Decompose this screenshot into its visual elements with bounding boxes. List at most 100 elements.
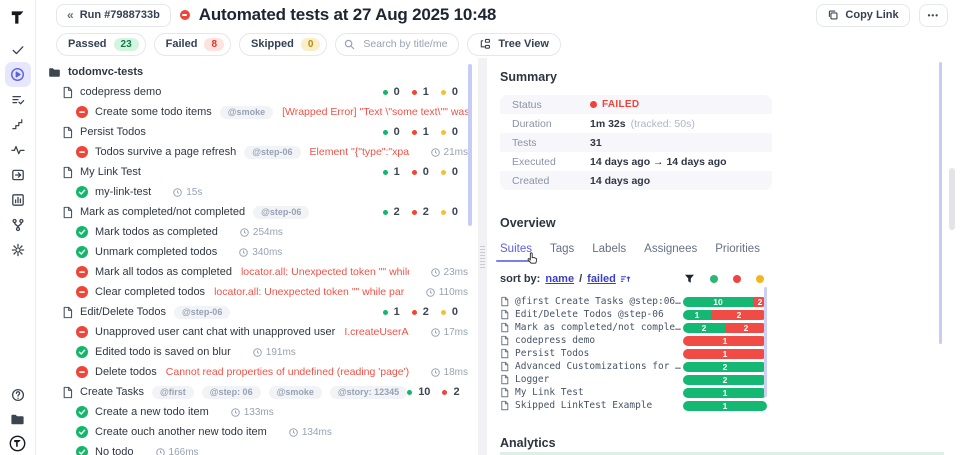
file-icon <box>500 309 509 320</box>
suite-name: Mark as completed/not comple… <box>515 322 683 333</box>
tab-suites[interactable]: Suites <box>500 243 532 262</box>
skipped-filter-button[interactable]: Skipped 0 <box>239 33 327 56</box>
sort-ascending-icon <box>620 274 631 285</box>
tree-test-row[interactable]: Delete todosCannot read properties of un… <box>48 362 468 382</box>
tree-folder-row[interactable]: todomvc-tests <box>48 62 468 82</box>
window-scrollbar[interactable] <box>949 168 955 230</box>
tree-test-row[interactable]: Create some todo items@smoke[Wrapped Err… <box>48 102 468 122</box>
duration-label: 15s <box>173 187 202 198</box>
tree-suite-row[interactable]: My Link Test100 <box>48 162 468 182</box>
passed-legend-dot[interactable] <box>710 275 718 283</box>
tree-test-row[interactable]: Create ouch another new todo item134ms <box>48 422 468 442</box>
tree-suite-row[interactable]: codepress demo010 <box>48 82 468 102</box>
sidebar-item-list-check[interactable] <box>5 87 31 112</box>
suite-overview-row[interactable]: Mark as completed/not comple…22 <box>500 321 772 334</box>
sort-by-failed-link[interactable]: failed <box>587 273 616 285</box>
suite-overview-row[interactable]: Edit/Delete Todos @step-0612 <box>500 308 772 321</box>
tree-test-row[interactable]: Unmark completed todos340ms <box>48 242 468 262</box>
failed-filter-button[interactable]: Failed 8 <box>154 33 231 56</box>
failed-dot <box>442 390 447 395</box>
tree-view-button[interactable]: Tree View <box>467 33 561 56</box>
summary-label: Status <box>500 99 590 111</box>
tree-test-row[interactable]: Mark all todos as completedlocator.all: … <box>48 262 468 282</box>
left-panel-scrollbar[interactable] <box>468 64 472 226</box>
tree-item-label: Persist Todos <box>80 126 146 138</box>
sidebar-item-check[interactable] <box>5 37 31 62</box>
failed-legend-dot[interactable] <box>733 275 741 283</box>
tree-suite-row[interactable]: Edit/Delete Todos@step-06120 <box>48 302 468 322</box>
tree-test-row[interactable]: Create a new todo item133ms <box>48 402 468 422</box>
panel-splitter[interactable] <box>478 58 487 455</box>
passed-bar-segment: 1 <box>683 388 767 398</box>
sidebar-item-gear[interactable] <box>5 237 31 262</box>
search-input[interactable] <box>361 37 450 51</box>
tree-test-row[interactable]: Edited todo is saved on blur191ms <box>48 342 468 362</box>
suite-name: Advanced Customizations for … <box>515 361 683 372</box>
suite-overview-row[interactable]: Skipped LinkTest Example1 <box>500 399 772 412</box>
sidebar-item-help[interactable] <box>5 383 31 407</box>
sidebar-item-box-arrow[interactable] <box>5 162 31 187</box>
funnel-filter-icon[interactable] <box>684 274 695 284</box>
tab-assignees[interactable]: Assignees <box>644 243 697 262</box>
search-box[interactable] <box>335 33 459 56</box>
suite-overview-row[interactable]: My Link Test1 <box>500 386 772 399</box>
error-message: I.createUserAndLogIn is not a function <box>344 326 408 338</box>
tree-test-row[interactable]: Clear completed todoslocator.all: Unexpe… <box>48 282 468 302</box>
passed-filter-button[interactable]: Passed 23 <box>56 33 146 56</box>
right-panel-scrollbar[interactable] <box>939 62 942 344</box>
suite-overview-row[interactable]: Logger2 <box>500 373 772 386</box>
tab-priorities[interactable]: Priorities <box>715 243 760 262</box>
back-to-run-button[interactable]: « Run #7988733b <box>56 4 171 27</box>
sort-row: sort by: name / failed <box>500 273 772 285</box>
suite-file-icon <box>62 126 73 139</box>
failed-status-icon <box>76 326 88 338</box>
sidebar-item-folder-tab[interactable] <box>5 407 31 431</box>
suite-overview-row[interactable]: Persist Todos1 <box>500 347 772 360</box>
app-logo-icon[interactable] <box>6 5 30 29</box>
sort-by-name-link[interactable]: name <box>545 273 574 285</box>
suite-file-icon <box>62 86 73 99</box>
file-icon <box>500 400 509 411</box>
skipped-legend-dot[interactable] <box>756 275 764 283</box>
tab-tags[interactable]: Tags <box>550 243 574 262</box>
copy-link-button[interactable]: Copy Link <box>816 4 909 27</box>
tree-test-row[interactable]: No todo166ms <box>48 442 468 455</box>
tree-test-row[interactable]: Mark todos as completed254ms <box>48 222 468 242</box>
sidebar-item-pulse[interactable] <box>5 137 31 162</box>
tree-test-row[interactable]: Unapproved user cant chat with unapprove… <box>48 322 468 342</box>
summary-value: 14 days ago → 14 days ago <box>590 156 727 168</box>
failed-dot-icon <box>590 101 597 108</box>
tree-item-label: todomvc-tests <box>68 66 143 78</box>
suite-result-counts: 220 <box>383 206 468 218</box>
suite-result-counts: 120 <box>383 306 468 318</box>
clock-icon <box>173 188 182 197</box>
tree-test-row[interactable]: Todos survive a page refresh@step-06Elem… <box>48 142 468 162</box>
tree-suite-row[interactable]: Mark as completed/not completed@step-062… <box>48 202 468 222</box>
skipped-dot <box>441 130 446 135</box>
tab-labels[interactable]: Labels <box>592 243 626 262</box>
passed-bar-segment: 1 <box>683 310 711 320</box>
suite-overview-row[interactable]: codepress demo1 <box>500 334 772 347</box>
suite-list-scrollbar[interactable] <box>764 287 767 397</box>
passed-dot <box>383 310 388 315</box>
clock-icon <box>431 368 440 377</box>
tree-suite-row[interactable]: Create Tasks@first@step: 06@smoke@story:… <box>48 382 468 402</box>
tree-suite-row[interactable]: Persist Todos010 <box>48 122 468 142</box>
sidebar-item-bar-chart-box[interactable] <box>5 187 31 212</box>
sidebar-item-logo-badge[interactable] <box>5 431 31 455</box>
more-menu-button[interactable]: ••• <box>919 4 948 27</box>
tree-test-row[interactable]: my-link-test15s <box>48 182 468 202</box>
failed-dot <box>412 310 417 315</box>
suite-overview-row[interactable]: Advanced Customizations for …2 <box>500 360 772 373</box>
passed-status-icon <box>76 426 88 438</box>
sidebar-item-stairs[interactable] <box>5 112 31 137</box>
suite-overview-row[interactable]: @first Create Tasks @step:06…102 <box>500 295 772 308</box>
tree-item-label: Unapproved user cant chat with unapprove… <box>95 326 335 338</box>
passed-count-badge: 23 <box>114 38 139 51</box>
sidebar-item-play-circle[interactable] <box>5 62 31 87</box>
tree-item-label: Create some todo items <box>95 106 212 118</box>
sidebar-item-branch[interactable] <box>5 212 31 237</box>
check-icon <box>11 43 25 57</box>
passed-dot <box>407 390 412 395</box>
suite-file-icon <box>62 166 73 179</box>
